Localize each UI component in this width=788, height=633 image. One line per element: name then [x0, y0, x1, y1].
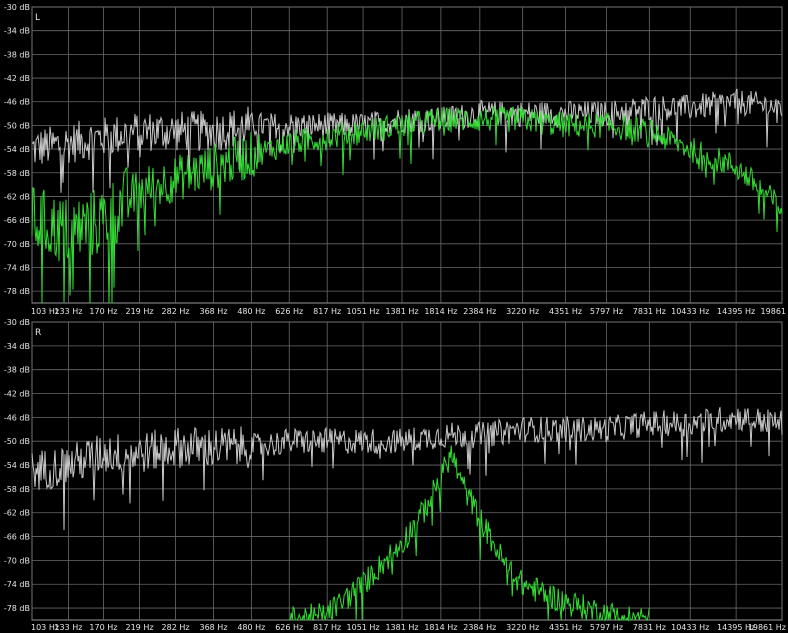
y-tick-label: -50 dB — [4, 121, 30, 130]
x-tick-label: 133 Hz — [54, 623, 82, 632]
y-tick-label: -30 dB — [4, 3, 30, 12]
y-tick-label: -62 dB — [4, 192, 30, 201]
y-tick-label: -42 dB — [4, 390, 30, 399]
x-tick-label: 1381 Hz — [385, 623, 418, 632]
x-tick-label: 4351 Hz — [549, 623, 582, 632]
x-tick-label: 626 Hz — [275, 307, 303, 316]
x-tick-label: 219 Hz — [126, 623, 154, 632]
y-tick-label: -50 dB — [4, 437, 30, 446]
y-tick-label: -78 dB — [4, 604, 30, 613]
y-tick-label: -78 dB — [4, 287, 30, 296]
x-tick-label: 1814 Hz — [424, 623, 457, 632]
x-tick-label: 1381 Hz — [385, 307, 418, 316]
plot-area-L — [31, 6, 783, 304]
y-tick-label: -74 dB — [4, 263, 30, 272]
y-tick-label: -62 dB — [4, 509, 30, 518]
x-tick-label: 3220 Hz — [506, 623, 539, 632]
spectrum-analyzer: -30 dB -34 dB -38 dB -42 dB -46 dB -50 dB -54 … — [4, 3, 786, 632]
x-tick-label: 7831 Hz — [633, 623, 666, 632]
x-tick-label: 19861 Hz — [748, 623, 786, 632]
y-tick-label: -38 dB — [4, 366, 30, 375]
y-tick-label: -46 dB — [4, 98, 30, 107]
y-tick-label: -58 dB — [4, 169, 30, 178]
x-tick-label: 282 Hz — [162, 623, 190, 632]
x-tick-label: 282 Hz — [162, 307, 190, 316]
y-tick-label: -66 dB — [4, 216, 30, 225]
x-tick-label: 1814 Hz — [424, 307, 457, 316]
x-tick-label: 10433 Hz — [671, 623, 709, 632]
channel-label: L — [35, 13, 40, 23]
x-tick-label: 4351 Hz — [549, 307, 582, 316]
y-tick-label: -30 dB — [4, 318, 30, 327]
x-tick-label: 817 Hz — [313, 623, 341, 632]
y-tick-label: -42 dB — [4, 74, 30, 83]
x-tick-label: 7831 Hz — [633, 307, 666, 316]
x-tick-label: 133 Hz — [54, 307, 82, 316]
y-tick-label: -74 dB — [4, 580, 30, 589]
y-tick-label: -46 dB — [4, 413, 30, 422]
x-tick-label: 170 Hz — [89, 623, 117, 632]
x-tick-label: 1051 Hz — [347, 623, 380, 632]
x-tick-label: 626 Hz — [275, 623, 303, 632]
x-tick-label: 19861 — [761, 307, 786, 316]
x-tick-label: 170 Hz — [89, 307, 117, 316]
x-tick-label: 480 Hz — [237, 307, 265, 316]
channel-label: R — [35, 328, 41, 338]
x-tick-label: 368 Hz — [199, 307, 227, 316]
x-tick-label: 2384 Hz — [463, 307, 496, 316]
y-tick-label: -54 dB — [4, 145, 30, 154]
x-tick-label: 10433 Hz — [671, 307, 709, 316]
x-tick-label: 368 Hz — [199, 623, 227, 632]
x-tick-label: 3220 Hz — [506, 307, 539, 316]
x-tick-label: 14395 Hz — [717, 307, 755, 316]
y-tick-label: -70 dB — [4, 240, 30, 249]
x-tick-label: 480 Hz — [237, 623, 265, 632]
y-tick-label: -66 dB — [4, 533, 30, 542]
y-tick-label: -58 dB — [4, 485, 30, 494]
y-tick-label: -70 dB — [4, 556, 30, 565]
x-tick-label: 2384 Hz — [463, 623, 496, 632]
x-tick-label: 817 Hz — [313, 307, 341, 316]
x-tick-label: 5797 Hz — [590, 623, 623, 632]
y-tick-label: -38 dB — [4, 50, 30, 59]
y-tick-label: -34 dB — [4, 342, 30, 351]
y-tick-label: -34 dB — [4, 27, 30, 36]
x-tick-label: 219 Hz — [126, 307, 154, 316]
y-tick-label: -54 dB — [4, 461, 30, 470]
x-tick-label: 1051 Hz — [347, 307, 380, 316]
x-tick-label: 5797 Hz — [590, 307, 623, 316]
